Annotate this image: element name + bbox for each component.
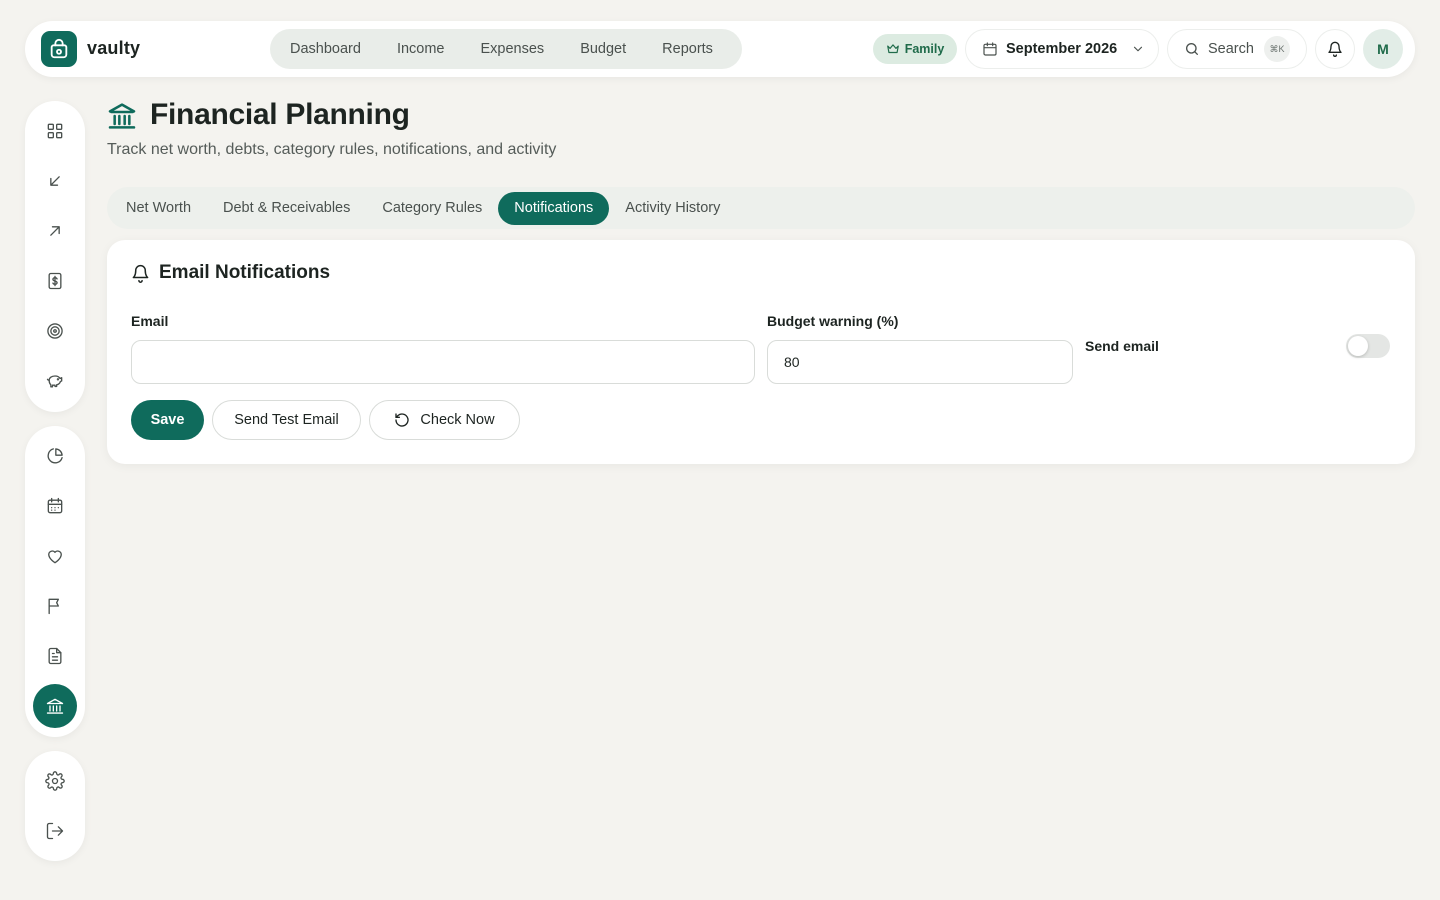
month-label: September 2026 <box>1006 41 1118 57</box>
budget-warning-label: Budget warning (%) <box>767 313 899 329</box>
chevron-down-icon <box>1134 46 1143 52</box>
avatar[interactable]: M <box>1363 29 1403 69</box>
sidebar-item-savings[interactable] <box>33 359 77 403</box>
section-tabs: Net Worth Debt & Receivables Category Ru… <box>107 187 1415 229</box>
email-field[interactable] <box>131 340 755 384</box>
sidebar-item-financial-planning[interactable] <box>33 684 77 728</box>
sidebar-item-expenses[interactable] <box>33 209 77 253</box>
sidebar-item-wishlist[interactable] <box>33 534 77 578</box>
logout-icon <box>46 822 64 840</box>
sidebar-item-milestones[interactable] <box>33 584 77 628</box>
nav-reports[interactable]: Reports <box>662 41 713 57</box>
send-test-email-button[interactable]: Send Test Email <box>212 400 361 440</box>
arrow-down-left-icon <box>50 176 60 186</box>
card-title: Email Notifications <box>131 262 330 284</box>
search-label: Search <box>1208 41 1254 57</box>
calendar-icon <box>983 42 997 56</box>
tab-category-rules[interactable]: Category Rules <box>366 192 498 225</box>
arrow-up-right-icon <box>50 226 60 236</box>
search-button[interactable]: Search ⌘K <box>1167 29 1307 69</box>
tab-net-worth[interactable]: Net Worth <box>110 192 207 225</box>
page-subtitle: Track net worth, debts, category rules, … <box>107 141 557 158</box>
check-now-button[interactable]: Check Now <box>369 400 520 440</box>
pie-chart-icon <box>47 448 63 464</box>
sidebar-item-goals[interactable] <box>33 309 77 353</box>
email-notifications-card: Email Notifications Email Budget warning… <box>107 240 1415 464</box>
sidebar-group-tools <box>25 426 85 737</box>
bank-icon <box>46 698 64 714</box>
sidebar-item-dashboard[interactable] <box>33 109 77 153</box>
dollar-receipt-icon <box>48 272 62 290</box>
tab-activity-history[interactable]: Activity History <box>609 192 736 225</box>
notifications-button[interactable] <box>1315 29 1355 69</box>
sidebar-item-documents[interactable] <box>33 634 77 678</box>
logo[interactable] <box>41 31 77 67</box>
sidebar-item-settings[interactable] <box>33 759 77 803</box>
nav-income[interactable]: Income <box>397 41 463 57</box>
target-icon <box>47 323 63 339</box>
email-label: Email <box>131 313 169 329</box>
plan-badge[interactable]: Family <box>873 34 957 64</box>
sidebar-item-income[interactable] <box>33 159 77 203</box>
top-bar: vaulty Dashboard Income Expenses Budget … <box>25 21 1415 77</box>
card-title-text: Email Notifications <box>159 262 331 283</box>
grid-icon <box>47 123 63 139</box>
month-picker[interactable]: September 2026 <box>965 29 1159 69</box>
sidebar-item-budget[interactable] <box>33 259 77 303</box>
piggy-bank-icon <box>46 375 63 388</box>
crown-icon <box>886 44 899 54</box>
shortcut-hint: ⌘K <box>1263 36 1290 62</box>
bank-icon <box>108 103 136 129</box>
sidebar-item-logout[interactable] <box>33 809 77 853</box>
send-email-toggle[interactable] <box>1346 334 1390 358</box>
tab-debt-receivables[interactable]: Debt & Receivables <box>207 192 366 225</box>
sidebar-group-account <box>25 751 85 861</box>
bell-icon <box>1328 41 1342 57</box>
brand-name: vaulty <box>87 38 141 58</box>
page-title: Financial Planning <box>150 98 410 131</box>
sidebar-group-main <box>25 101 85 412</box>
check-now-label: Check Now <box>420 412 495 428</box>
gear-icon <box>45 771 65 791</box>
nav-budget[interactable]: Budget <box>580 41 644 57</box>
budget-warning-field[interactable] <box>767 340 1073 384</box>
plan-badge-label: Family <box>904 42 945 56</box>
lock-bag-icon <box>50 38 68 59</box>
refresh-icon <box>395 413 410 427</box>
document-icon <box>48 647 62 665</box>
bell-icon <box>132 264 149 283</box>
nav-dashboard[interactable]: Dashboard <box>290 41 379 57</box>
nav-expenses[interactable]: Expenses <box>481 41 563 57</box>
sidebar-item-calendar[interactable] <box>33 484 77 528</box>
send-email-label: Send email <box>1085 338 1159 354</box>
search-icon <box>1186 43 1198 55</box>
save-button[interactable]: Save <box>131 400 204 440</box>
tab-notifications[interactable]: Notifications <box>498 191 610 225</box>
flag-icon <box>48 598 59 615</box>
calendar-icon <box>47 497 63 514</box>
toggle-knob <box>1348 336 1368 356</box>
main-nav: Dashboard Income Expenses Budget Reports <box>270 29 742 69</box>
sidebar-item-analytics[interactable] <box>33 434 77 478</box>
heart-icon <box>48 550 62 564</box>
